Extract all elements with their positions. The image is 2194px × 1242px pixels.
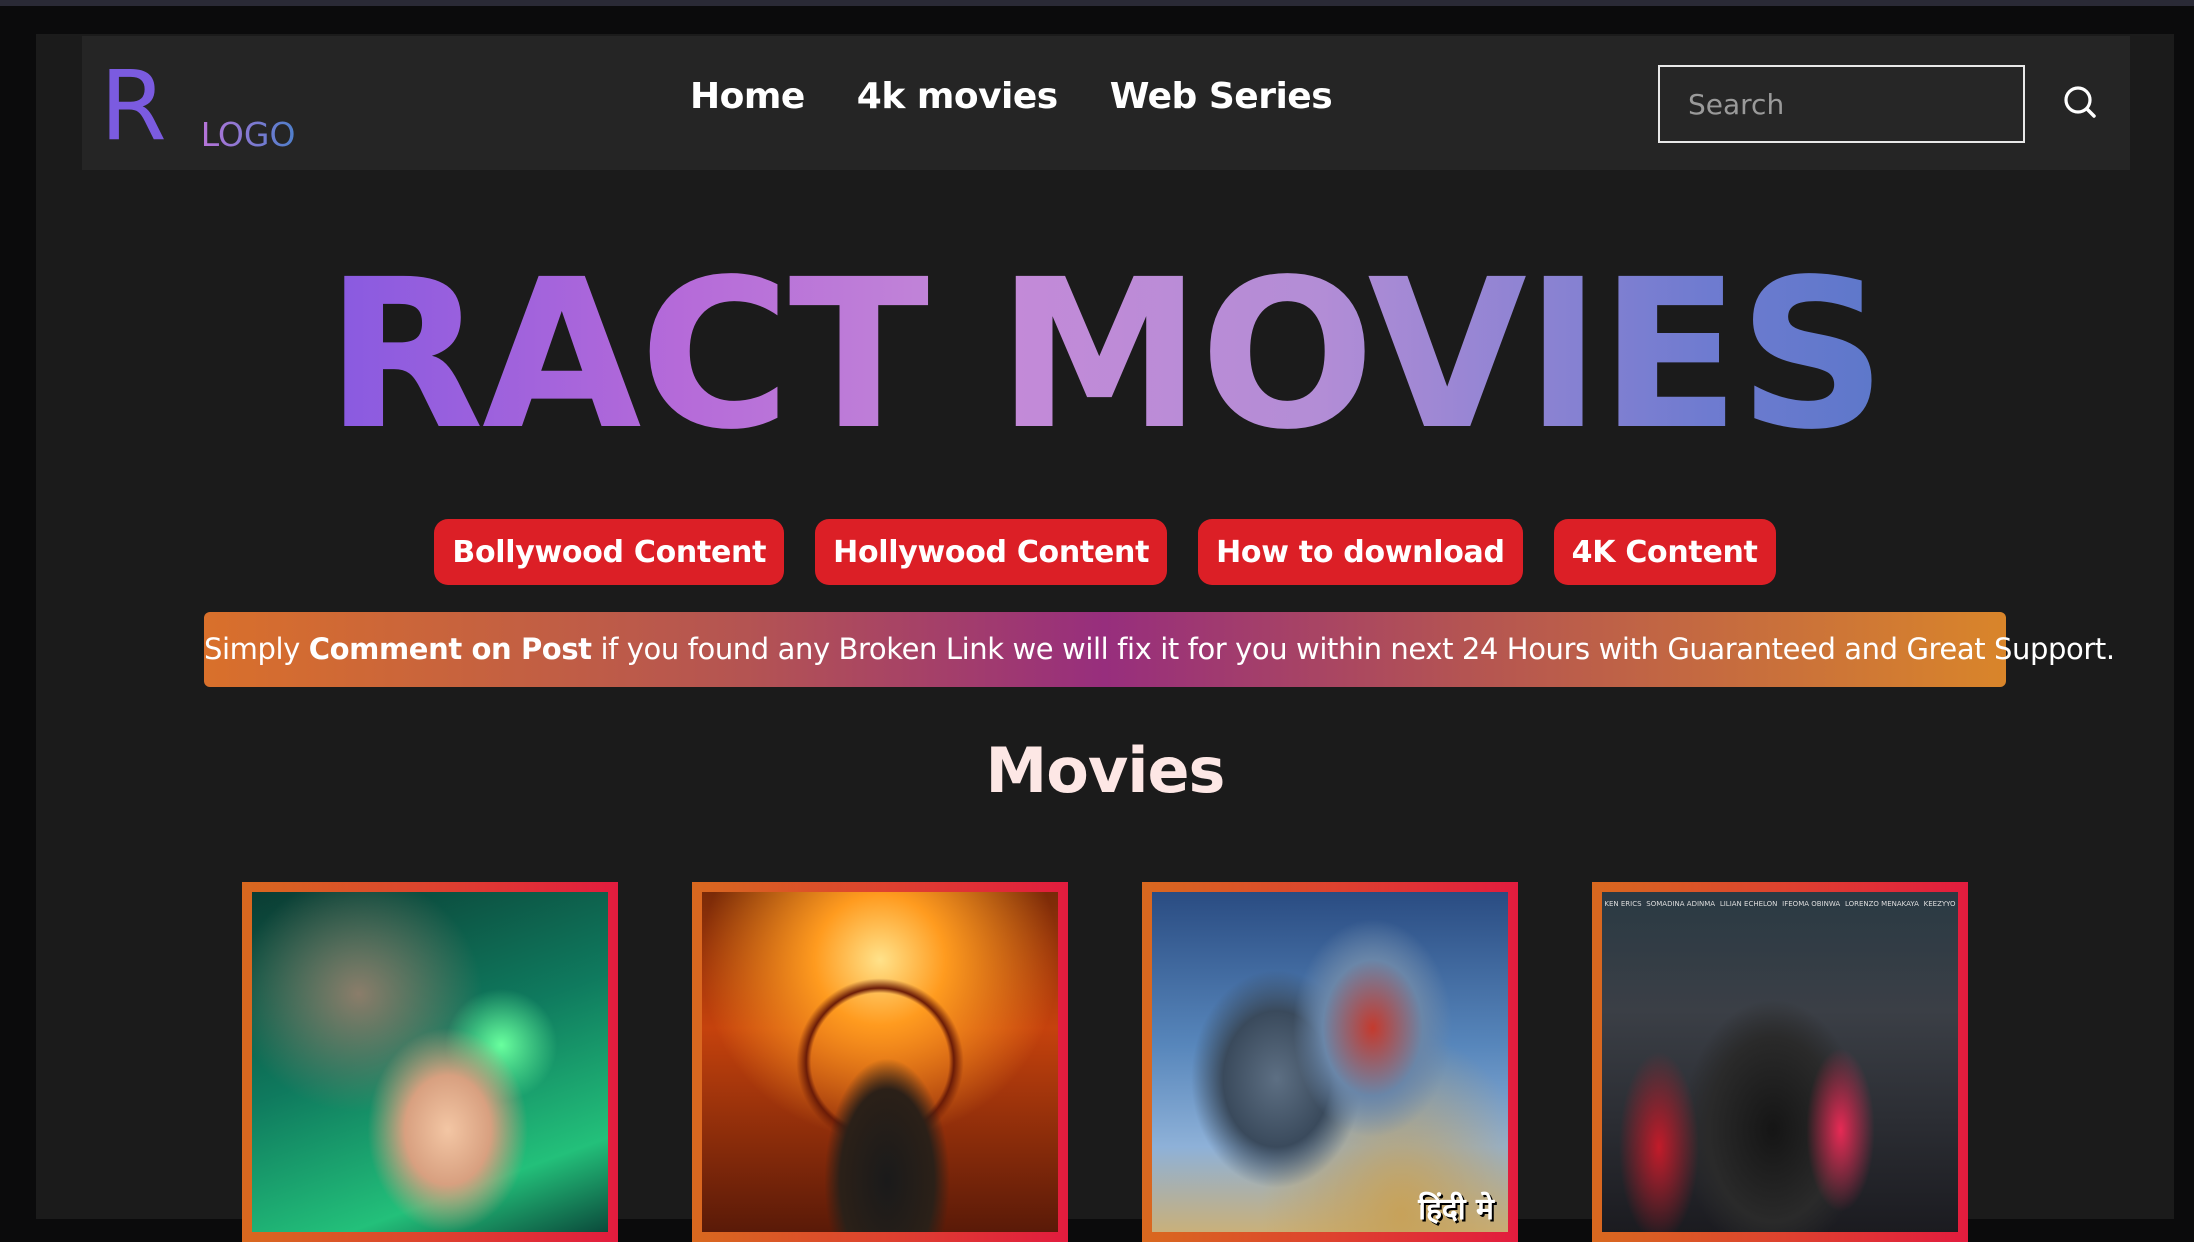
search-input[interactable] xyxy=(1658,65,2025,143)
cast-name: LORENZO MENAKAYA xyxy=(1844,900,1919,908)
movie-card[interactable] xyxy=(692,882,1068,1242)
movie-card[interactable] xyxy=(242,882,618,1242)
search-icon[interactable] xyxy=(2060,82,2100,122)
poster-group-cast-image: KEN ERICS SOMADINA ADINMA LILIAN ECHELON… xyxy=(1602,892,1958,1232)
poster-cast-credits: KEN ERICS SOMADINA ADINMA LILIAN ECHELON… xyxy=(1602,900,1958,908)
category-buttons: Bollywood Content Hollywood Content How … xyxy=(36,519,2174,585)
poster-scientist-image xyxy=(252,892,608,1232)
logo-text: LOGO xyxy=(200,115,296,154)
page: R LOGO Home 4k movies Web Series RACT MO… xyxy=(36,34,2174,1242)
cast-name: SOMADINA ADINMA xyxy=(1646,900,1716,908)
cast-name: KEN ERICS xyxy=(1604,900,1642,908)
movie-grid: हिंदी मे KEN ERICS SOMADINA ADINMA LILIA… xyxy=(242,882,2032,1242)
poster-oppenheimer-image xyxy=(702,892,1058,1232)
window-top-edge xyxy=(0,0,2194,6)
cast-name: LILIAN ECHELON xyxy=(1719,900,1778,908)
nav-4k-movies[interactable]: 4k movies xyxy=(857,76,1058,117)
cast-name: IFEOMA OBINWA xyxy=(1782,900,1841,908)
notice-suffix: if you found any Broken Link we will fix… xyxy=(591,632,2115,666)
notice-bold: Comment on Post xyxy=(308,632,592,666)
nav-home[interactable]: Home xyxy=(690,76,805,117)
site-header: R LOGO Home 4k movies Web Series xyxy=(82,36,2130,170)
broken-link-notice: Simply Comment on Post if you found any … xyxy=(204,612,2115,687)
poster-transformers-image: हिंदी मे xyxy=(1152,892,1508,1232)
site-logo[interactable]: R LOGO xyxy=(100,54,295,154)
4k-content-button[interactable]: 4K Content xyxy=(1553,519,1776,585)
main-nav: Home 4k movies Web Series xyxy=(690,76,1333,117)
movie-card[interactable]: KEN ERICS SOMADINA ADINMA LILIAN ECHELON… xyxy=(1592,882,1968,1242)
hero-title: RACT MOVIES xyxy=(36,252,2174,458)
logo-letter: R xyxy=(100,50,167,162)
bollywood-content-button[interactable]: Bollywood Content xyxy=(434,519,785,585)
nav-web-series[interactable]: Web Series xyxy=(1110,76,1333,117)
how-to-download-button[interactable]: How to download xyxy=(1198,519,1523,585)
hollywood-content-button[interactable]: Hollywood Content xyxy=(815,519,1168,585)
section-title-movies: Movies xyxy=(985,734,1226,807)
cast-name: KEEZYYO xyxy=(1923,900,1956,908)
hindi-tag: हिंदी मे xyxy=(1418,1192,1494,1227)
notice-prefix: Simply xyxy=(204,632,309,666)
movie-card[interactable]: हिंदी मे xyxy=(1142,882,1518,1242)
